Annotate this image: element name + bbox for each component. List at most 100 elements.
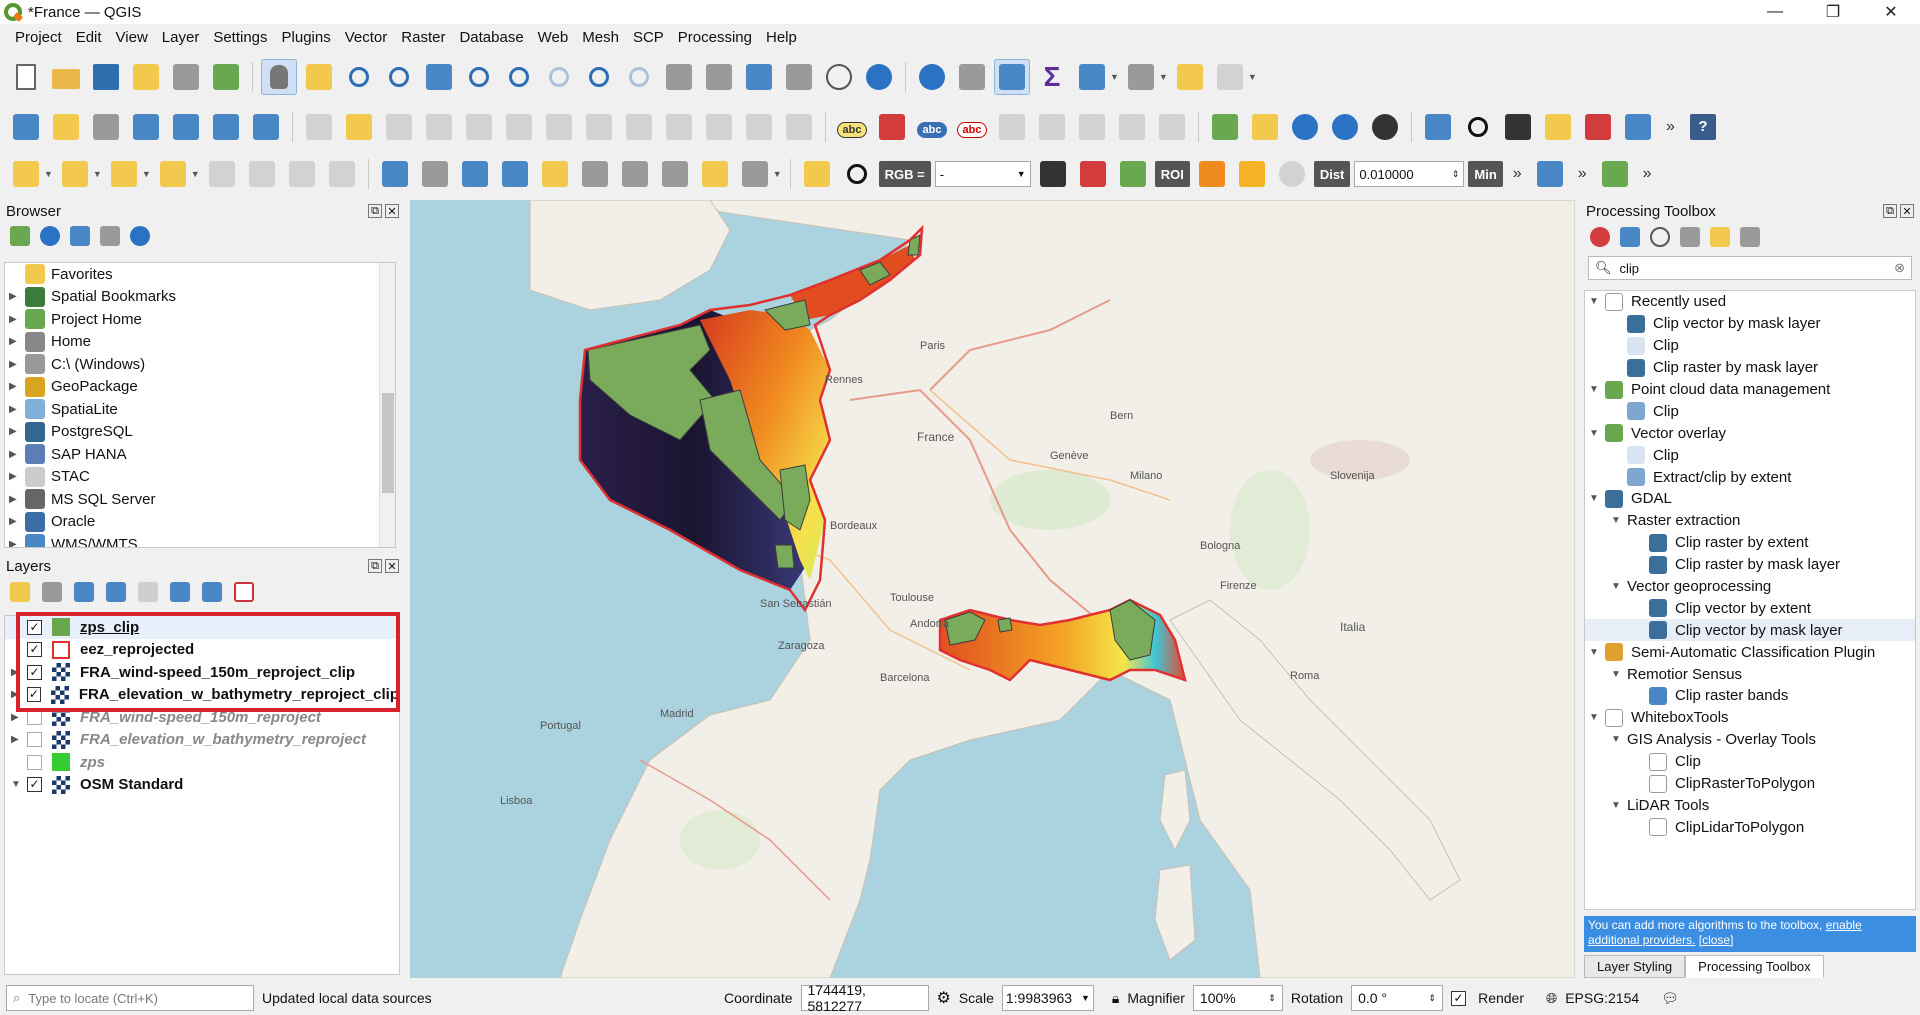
expand-arrow-icon[interactable]: ▶ [9, 336, 25, 347]
measure-button[interactable] [1123, 59, 1159, 95]
refresh-button[interactable] [861, 59, 897, 95]
advanced-digit-4-button[interactable] [324, 156, 360, 192]
expand-arrow-icon[interactable]: ▶ [9, 426, 25, 437]
tab-processing-toolbox[interactable]: Processing Toolbox [1685, 955, 1824, 978]
scp-zoom-roi-button[interactable] [1115, 156, 1151, 192]
expand-arrow-icon[interactable]: ▼ [1611, 581, 1627, 592]
expand-arrow-icon[interactable]: ▶ [9, 404, 25, 415]
browser-close-button[interactable]: ✕ [385, 204, 399, 218]
show-label-button[interactable] [994, 109, 1030, 145]
processing-item[interactable]: Clip vector by mask layer [1585, 619, 1915, 642]
map-tips-button[interactable] [1172, 59, 1208, 95]
clear-search-icon[interactable]: ⊗ [1894, 260, 1905, 276]
save-project-button[interactable] [88, 59, 124, 95]
coordinate-field[interactable]: 1744419, 5812277 [800, 982, 929, 1014]
processing-item[interactable]: Clip vector by extent [1585, 597, 1915, 619]
processing-item[interactable]: ▼ Remotior Sensus [1585, 663, 1915, 685]
select-location-button[interactable] [155, 156, 191, 192]
render-checkbox[interactable]: ✓ [1451, 990, 1467, 1006]
in-place-edit-icon[interactable] [1710, 227, 1730, 247]
processing-item[interactable]: Clip [1585, 335, 1915, 357]
processing-group[interactable]: ▼ Recently used [1585, 291, 1915, 313]
pan-map-button[interactable] [261, 59, 297, 95]
processing-group[interactable]: ▼ GDAL [1585, 488, 1915, 510]
info-icon[interactable] [130, 226, 150, 246]
scp-zoom-button[interactable] [839, 156, 875, 192]
processing-item[interactable]: Clip [1585, 444, 1915, 466]
paste-features-button[interactable] [701, 109, 737, 145]
menu-processing[interactable]: Processing [671, 26, 759, 50]
expand-arrow-icon[interactable]: ▼ [1611, 800, 1627, 811]
menu-web[interactable]: Web [531, 26, 576, 50]
expand-arrow-icon[interactable]: ▼ [1589, 296, 1605, 307]
style-manager-button[interactable] [208, 59, 244, 95]
close-window-button[interactable]: ✕ [1862, 0, 1920, 24]
menu-help[interactable]: Help [759, 26, 804, 50]
new-map-view-button[interactable] [661, 59, 697, 95]
processing-item[interactable]: Clip [1585, 400, 1915, 422]
processing-item[interactable]: Extract/clip by extent [1585, 466, 1915, 488]
menu-scp[interactable]: SCP [626, 26, 671, 50]
select-by-value-button[interactable] [57, 156, 93, 192]
processing-search-field[interactable]: 🔍︎ clip ⊗ [1588, 256, 1912, 280]
expand-arrow-icon[interactable]: ▼ [1611, 669, 1627, 680]
zoom-next-button[interactable] [621, 59, 657, 95]
filter-expression-icon[interactable] [138, 582, 158, 602]
toggle-editing-button[interactable] [341, 109, 377, 145]
toolbar-overflow-3b[interactable]: » [1572, 165, 1593, 183]
locator-search-button[interactable] [1597, 156, 1633, 192]
layer-visibility-checkbox[interactable] [27, 709, 42, 725]
add-raster-button[interactable] [208, 109, 244, 145]
processing-item[interactable]: ▼ LiDAR Tools [1585, 794, 1915, 816]
expand-arrow-icon[interactable]: ▼ [1611, 734, 1627, 745]
show-bookmarks-button[interactable] [781, 59, 817, 95]
advanced-digit-1-button[interactable] [204, 156, 240, 192]
style-layer-icon[interactable] [10, 582, 30, 602]
restore-button[interactable]: ❐ [1804, 0, 1862, 24]
zoom-in-button[interactable] [341, 59, 377, 95]
tab-layer-styling[interactable]: Layer Styling [1584, 955, 1686, 978]
save-edits-button[interactable] [381, 109, 417, 145]
line-text-button[interactable] [617, 156, 653, 192]
statistics-button[interactable]: Σ [1034, 59, 1070, 95]
processing-item[interactable]: Clip raster by extent [1585, 532, 1915, 554]
expand-arrow-icon[interactable]: ▼ [1611, 515, 1627, 526]
triangle-tool-button[interactable] [1247, 109, 1283, 145]
processing-item[interactable]: ▼ GIS Analysis - Overlay Tools [1585, 729, 1915, 751]
red-cursor-button[interactable] [1580, 109, 1616, 145]
help-button[interactable]: ? [1685, 109, 1721, 145]
processing-item[interactable]: ClipRasterToPolygon [1585, 773, 1915, 795]
digitize-button[interactable] [421, 109, 457, 145]
globe-1-button[interactable] [1287, 109, 1323, 145]
processing-item[interactable]: Clip raster bands [1585, 685, 1915, 707]
browser-item[interactable]: ▶ Project Home [5, 308, 395, 331]
temporal-controller-button[interactable] [821, 59, 857, 95]
eye-icon[interactable] [74, 582, 94, 602]
expand-arrow-icon[interactable]: ▼ [1589, 493, 1605, 504]
minimize-button[interactable]: — [1746, 0, 1804, 24]
line-annotation-button[interactable] [497, 156, 533, 192]
delete-selected-button[interactable] [581, 109, 617, 145]
locator-search[interactable]: ⌕ Type to locate (Ctrl+K) [6, 985, 254, 1011]
menu-layer[interactable]: Layer [155, 26, 207, 50]
html-annotation-button[interactable] [737, 156, 773, 192]
layer-row[interactable]: ▼ ✓ OSM Standard [5, 774, 399, 797]
processing-item[interactable]: ▼ Raster extraction [1585, 510, 1915, 532]
coordinate-toggle-icon[interactable]: ⚙ [937, 988, 951, 1008]
processing-item[interactable]: Clip raster by mask layer [1585, 554, 1915, 576]
processing-group[interactable]: ▼ Vector overlay [1585, 422, 1915, 444]
expand-arrow-icon[interactable]: ▼ [1589, 712, 1605, 723]
menu-vector[interactable]: Vector [338, 26, 395, 50]
browser-float-button[interactable]: ⧉ [368, 204, 382, 218]
processing-item[interactable]: ClipLidarToPolygon [1585, 816, 1915, 838]
expand-arrow-icon[interactable]: ▶ [9, 291, 25, 302]
processing-float-button[interactable]: ⧉ [1883, 204, 1897, 218]
rgb-combo[interactable]: - ▼ [934, 161, 1031, 187]
zoom-native-button[interactable] [541, 59, 577, 95]
layer-visibility-checkbox[interactable] [27, 754, 42, 770]
collapse-all-icon[interactable] [202, 582, 222, 602]
crs-globe-icon[interactable]: 🌐︎ [1546, 990, 1557, 1007]
dist-spinbox[interactable]: 0.010000 ⇕ [1354, 161, 1465, 187]
select-features-button[interactable] [8, 156, 44, 192]
zoom-out-button[interactable] [381, 59, 417, 95]
